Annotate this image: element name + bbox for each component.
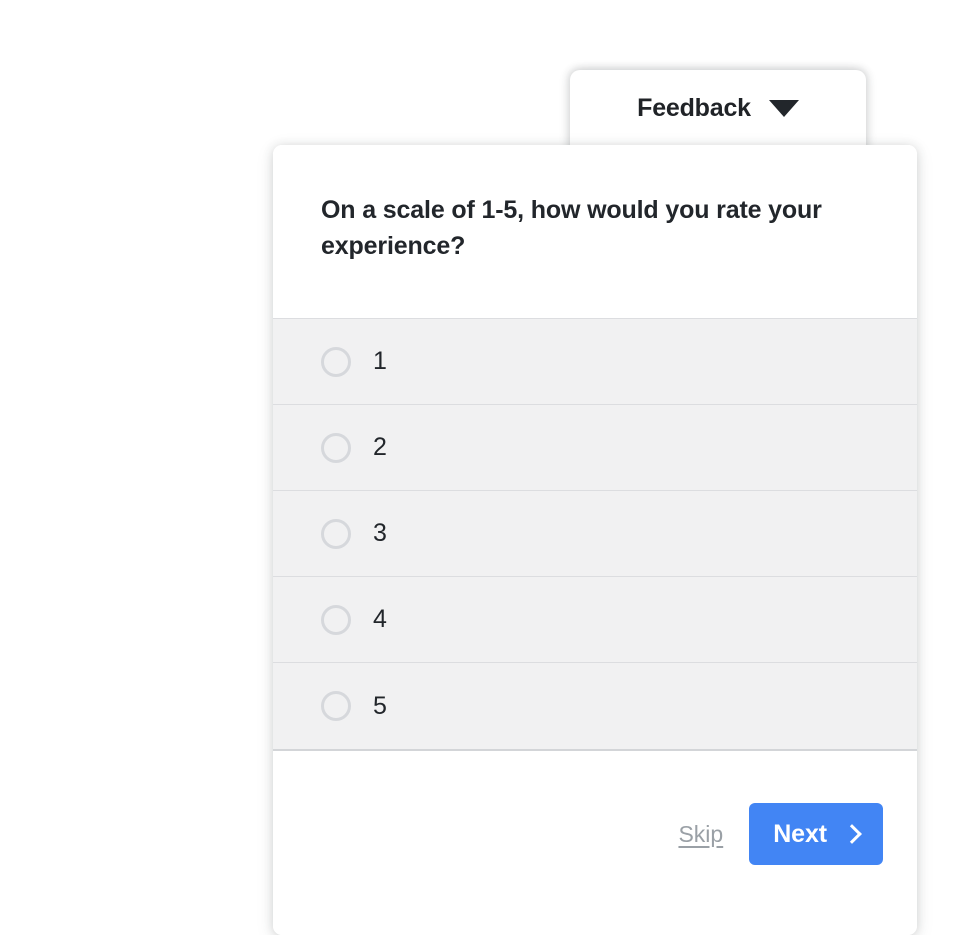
radio-icon-2[interactable]: [321, 432, 351, 463]
caret-down-icon[interactable]: [768, 100, 799, 117]
option-row-5[interactable]: 5: [273, 663, 917, 749]
feedback-tab-title: Feedback: [637, 94, 751, 122]
radio-icon-5[interactable]: [321, 691, 351, 721]
option-row-4[interactable]: 4: [273, 577, 917, 663]
option-row-3[interactable]: 3: [273, 491, 917, 577]
next-button[interactable]: Next: [749, 803, 883, 865]
option-label-2: 2: [373, 433, 387, 461]
radio-icon-4[interactable]: [321, 604, 351, 635]
survey-card: On a scale of 1-5, how would you rate yo…: [273, 145, 917, 935]
option-row-1[interactable]: 1: [273, 319, 917, 405]
next-button-label: Next: [773, 819, 827, 848]
option-label-3: 3: [373, 519, 387, 547]
option-row-2[interactable]: 2: [273, 405, 917, 491]
option-label-5: 5: [373, 691, 387, 720]
survey-footer: Skip Next: [273, 751, 917, 935]
feedback-widget-stage: Feedback On a scale of 1-5, how would yo…: [0, 0, 980, 935]
survey-options-list: 1 2 3 4 5: [273, 318, 917, 751]
radio-icon-3[interactable]: [321, 518, 351, 549]
chevron-right-icon: [842, 823, 862, 844]
feedback-tab-inner: Feedback: [637, 96, 799, 121]
footer-actions: Skip Next: [678, 803, 883, 865]
radio-icon-1[interactable]: [321, 346, 351, 377]
option-label-4: 4: [373, 605, 387, 633]
survey-question-text: On a scale of 1-5, how would you rate yo…: [321, 196, 822, 260]
skip-button[interactable]: Skip: [678, 822, 723, 846]
question-block: On a scale of 1-5, how would you rate yo…: [273, 145, 917, 318]
option-label-1: 1: [373, 347, 387, 375]
